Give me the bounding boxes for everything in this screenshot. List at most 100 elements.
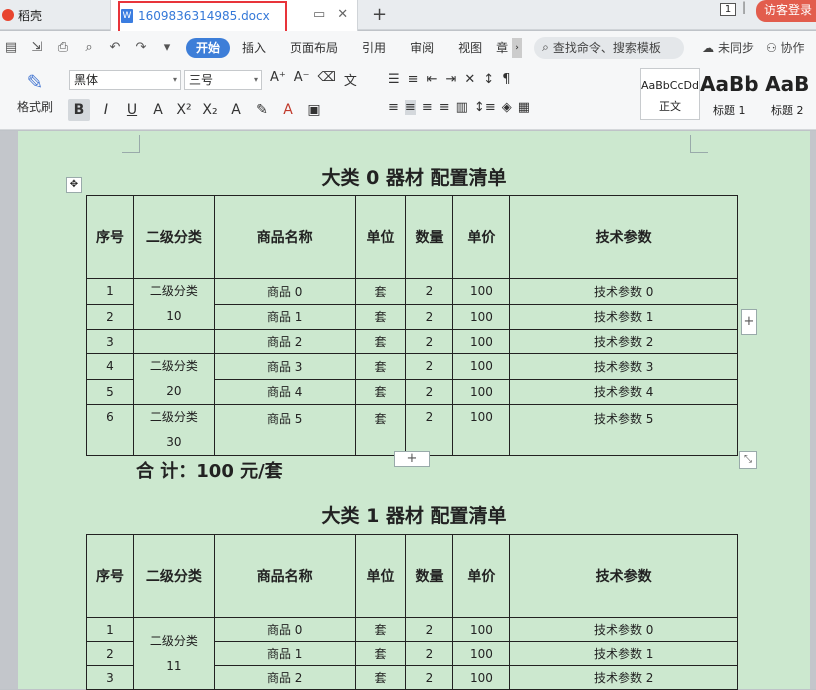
sync-button[interactable]: ☁ 未同步 [702,39,754,56]
cell-unit: 套 [354,665,407,690]
chevron-down-icon: ▾ [172,75,177,84]
clear-format-icon[interactable]: ⌫ [318,70,336,89]
phonetic-icon[interactable]: 文 [344,70,357,89]
strikethrough-icon[interactable]: A [148,102,168,118]
font-name-value: 黑体 [74,73,99,87]
cell-name: 商品 1 [213,303,356,330]
save-icon[interactable]: ▤ [2,40,20,55]
table-resize-icon[interactable]: ⤡ [739,451,757,469]
style-heading2-label: 标题 2 [771,104,804,117]
bullets-icon[interactable]: ☰ [388,72,400,87]
redo-icon[interactable]: ↷ [132,40,150,55]
style-heading1-label: 标题 1 [713,104,746,117]
cell-unit: 套 [354,303,407,330]
font-tools-row1: A⁺ A⁻ ⌫ 文 [270,70,357,89]
menu-page-layout[interactable]: 页面布局 [278,38,350,58]
numbering-icon[interactable]: ≡ [408,72,419,87]
cell-no: 1 [86,617,134,642]
right-menu: ☁ 未同步 ⚇ 协作 [702,39,804,56]
cell-no: 2 [86,641,134,666]
collab-button[interactable]: ⚇ 协作 [766,39,805,56]
shrink-font-icon[interactable]: A⁻ [294,70,310,89]
login-button[interactable]: 访客登录 [756,0,816,22]
add-row-button[interactable]: + [394,451,430,467]
chinese-layout-icon[interactable]: ✕ [464,72,475,87]
cell-name: 商品 2 [213,665,356,690]
text-effect-icon[interactable]: A [226,102,246,118]
undo-icon[interactable]: ↶ [106,40,124,55]
menu-chapter[interactable]: 章 [494,38,510,58]
bold-icon[interactable]: B [68,99,90,121]
cell-unit: 套 [354,353,407,380]
page-count-badge[interactable]: 1 [720,3,736,16]
document-page[interactable]: ✥ 大类 0 器材 配置清单 序号 二级分类 商品名称 单位 数量 单价 技术参… [18,131,810,690]
align-left-icon[interactable]: ≡ [388,100,399,115]
align-center-icon[interactable]: ≡ [404,100,416,115]
style-normal[interactable]: AaBbCcDd 正文 [640,68,700,120]
header-cell: 序号 [86,195,134,279]
format-painter-button[interactable]: ✎ 格式刷 [15,70,55,115]
header-cell: 技术参数 [509,534,738,618]
menu-view[interactable]: 视图 [446,38,494,58]
superscript-icon[interactable]: X² [174,102,194,118]
header-cell: 商品名称 [213,534,356,618]
font-size-select[interactable]: 三号 ▾ [184,70,262,90]
print-icon[interactable]: ⎙ [54,40,72,55]
style-heading2-sample: AaB [765,72,810,96]
menu-more-icon[interactable]: › [512,37,523,58]
cell-qty: 2 [405,665,454,690]
cell-qty: 2 [405,329,454,354]
cell-name: 商品 1 [213,641,356,666]
header-cell: 商品名称 [213,195,356,279]
cell-unit: 套 [354,278,407,305]
justify-icon[interactable]: ≡ [439,100,450,115]
new-tab-button[interactable]: + [372,4,387,25]
command-search[interactable]: ⌕ 查找命令、搜索模板 [534,36,685,59]
font-color-icon[interactable]: A [278,102,298,118]
menu-insert[interactable]: 插入 [230,38,278,58]
menu-bar: ▤ ⇲ ⎙ ⌕ ↶ ↷ ▾ 开始 插入 页面布局 引用 审阅 视图 章 › ⌕ … [0,31,816,64]
align-right-icon[interactable]: ≡ [422,100,433,115]
underline-icon[interactable]: U [122,102,142,118]
cell-name: 商品 5 [213,404,356,456]
highlight-icon[interactable]: ✎ [252,102,272,118]
print-preview-icon[interactable]: ⌕ [80,40,98,55]
header-cell: 序号 [86,534,134,618]
style-heading1[interactable]: AaBb 标题 1 [700,68,759,120]
menu-review[interactable]: 审阅 [398,38,446,58]
cell-category-empty [132,329,215,354]
float-window-icon[interactable]: ▭ [313,7,325,22]
sort-icon[interactable]: ↕ [483,72,494,87]
borders-icon[interactable]: ▦ [518,100,530,115]
header-cell: 单价 [452,195,511,279]
show-marks-icon[interactable]: ¶ [502,72,510,87]
export-icon[interactable]: ⇲ [28,40,46,55]
tab-home[interactable]: 稻壳 [0,0,106,30]
font-size-value: 三号 [189,73,214,87]
search-icon: ⌕ [542,40,549,54]
line-spacing-icon[interactable]: ↕≡ [474,100,496,115]
customize-icon[interactable]: ▾ [158,40,176,55]
style-heading2[interactable]: AaB 标题 2 [759,68,816,120]
decrease-indent-icon[interactable]: ⇤ [427,72,438,87]
font-name-select[interactable]: 黑体 ▾ [69,70,181,90]
cell-no: 5 [86,378,134,405]
shading-icon[interactable]: ◈ [502,100,512,115]
menu-home[interactable]: 开始 [186,37,231,58]
grow-font-icon[interactable]: A⁺ [270,70,286,89]
subscript-icon[interactable]: X₂ [200,102,220,118]
cell-price: 100 [452,303,511,330]
char-border-icon[interactable]: ▣ [304,102,324,118]
increase-indent-icon[interactable]: ⇥ [445,72,456,87]
cell-price: 100 [452,278,511,305]
distribute-icon[interactable]: ▥ [456,100,468,115]
section0-table[interactable]: 序号 二级分类 商品名称 单位 数量 单价 技术参数 1 二级分类 10 商品 0… [86,195,738,456]
section1-table[interactable]: 序号 二级分类 商品名称 单位 数量 单价 技术参数 1 二级分类 11 商品 0… [86,534,738,690]
cell-price: 100 [452,378,511,405]
add-column-button[interactable]: + [741,309,757,335]
menu-references[interactable]: 引用 [350,38,398,58]
category-line1: 二级分类 [149,410,198,424]
italic-icon[interactable]: I [96,102,116,118]
close-tab-icon[interactable]: ✕ [337,7,348,22]
cell-spec: 技术参数 1 [509,303,738,330]
